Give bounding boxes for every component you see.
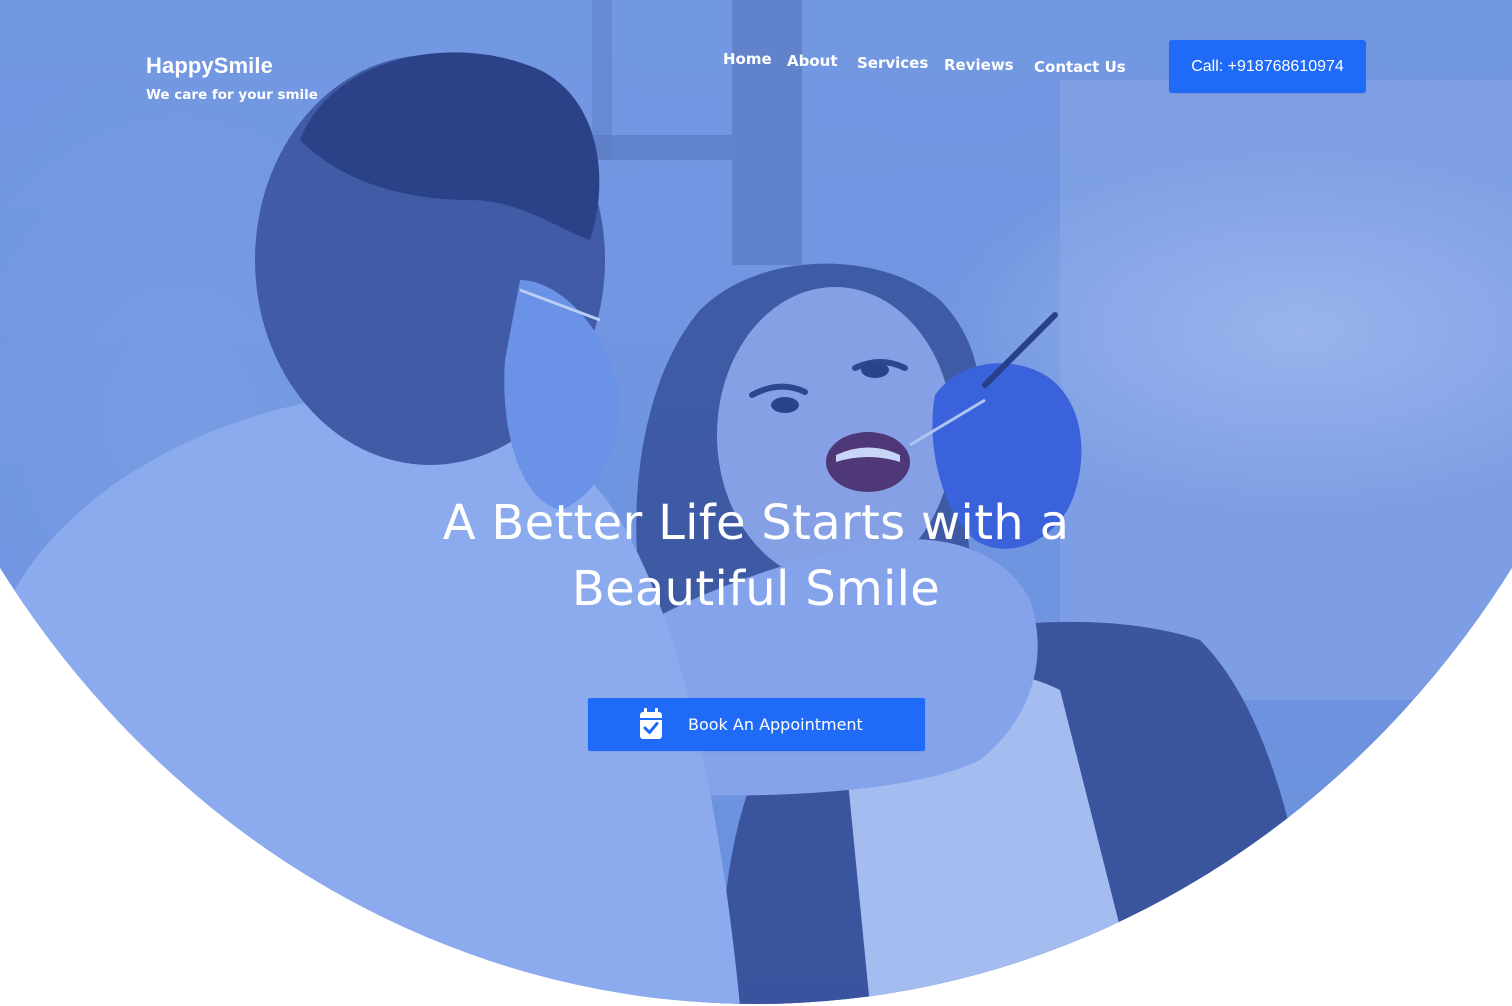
nav-reviews[interactable]: Reviews	[944, 55, 1014, 75]
book-appointment-label: Book An Appointment	[688, 715, 863, 734]
brand-name[interactable]: HappySmile	[146, 52, 318, 80]
nav-home[interactable]: Home	[723, 49, 772, 69]
book-appointment-button[interactable]: Book An Appointment	[588, 698, 925, 751]
hero-headline: A Better Life Starts with a Beautiful Sm…	[356, 490, 1156, 622]
nav-contact-us[interactable]: Contact Us	[1034, 57, 1126, 77]
hero-headline-line1: A Better Life Starts with a	[442, 495, 1070, 551]
call-button[interactable]: Call: +918768610974	[1169, 40, 1366, 93]
hero-headline-line2: Beautiful Smile	[571, 561, 941, 617]
brand[interactable]: HappySmile We care for your smile	[146, 52, 318, 104]
nav-services[interactable]: Services	[857, 53, 928, 73]
call-button-label: Call: +918768610974	[1191, 57, 1344, 75]
calendar-check-icon	[640, 708, 662, 739]
nav-about[interactable]: About	[787, 51, 838, 71]
page: HappySmile We care for your smile Home A…	[0, 0, 1512, 1006]
brand-tagline: We care for your smile	[146, 87, 318, 103]
